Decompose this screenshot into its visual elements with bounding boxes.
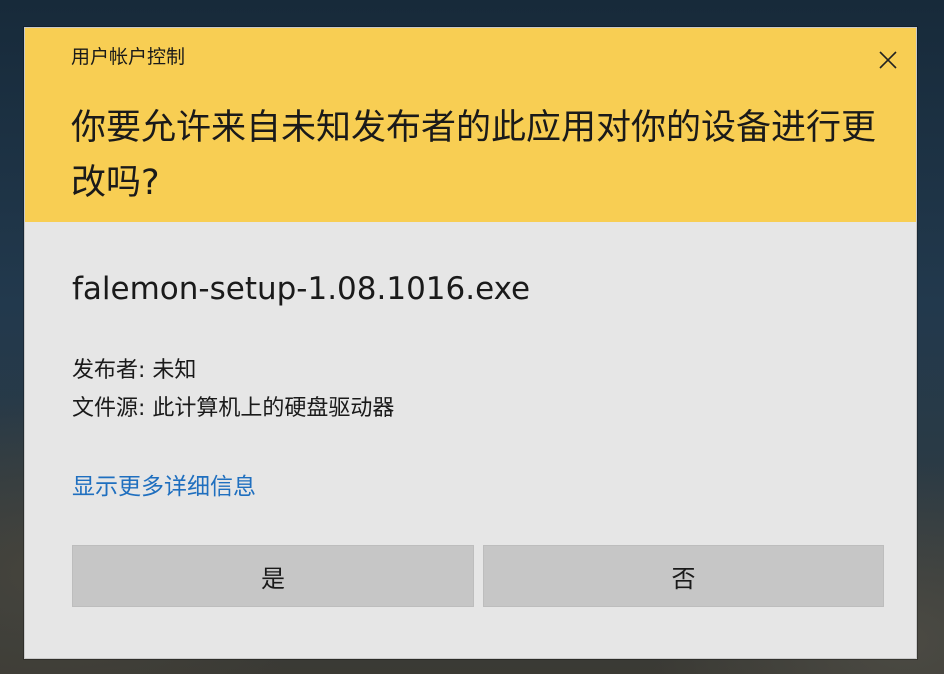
file-name: falemon-setup-1.08.1016.exe — [72, 271, 531, 307]
show-more-details-link[interactable]: 显示更多详细信息 — [72, 472, 256, 502]
source-value: 此计算机上的硬盘驱动器 — [152, 396, 395, 421]
close-icon — [879, 51, 897, 69]
publisher-row: 发布者: 未知 — [72, 356, 196, 386]
source-row: 文件源: 此计算机上的硬盘驱动器 — [72, 394, 394, 424]
no-button[interactable]: 否 — [483, 545, 884, 607]
dialog-question: 你要允许来自未知发布者的此应用对你的设备进行更改吗? — [71, 108, 877, 203]
close-button[interactable] — [870, 42, 906, 78]
dialog-title: 用户帐户控制 — [71, 46, 186, 68]
yes-button[interactable]: 是 — [72, 545, 474, 607]
publisher-label: 发布者: — [72, 358, 146, 383]
dialog-header: 用户帐户控制 你要允许来自未知发布者的此应用对你的设备进行更改吗? — [25, 28, 916, 222]
source-label: 文件源: — [72, 396, 146, 421]
uac-dialog: 用户帐户控制 你要允许来自未知发布者的此应用对你的设备进行更改吗? falemo… — [24, 27, 917, 659]
publisher-value: 未知 — [152, 358, 197, 383]
